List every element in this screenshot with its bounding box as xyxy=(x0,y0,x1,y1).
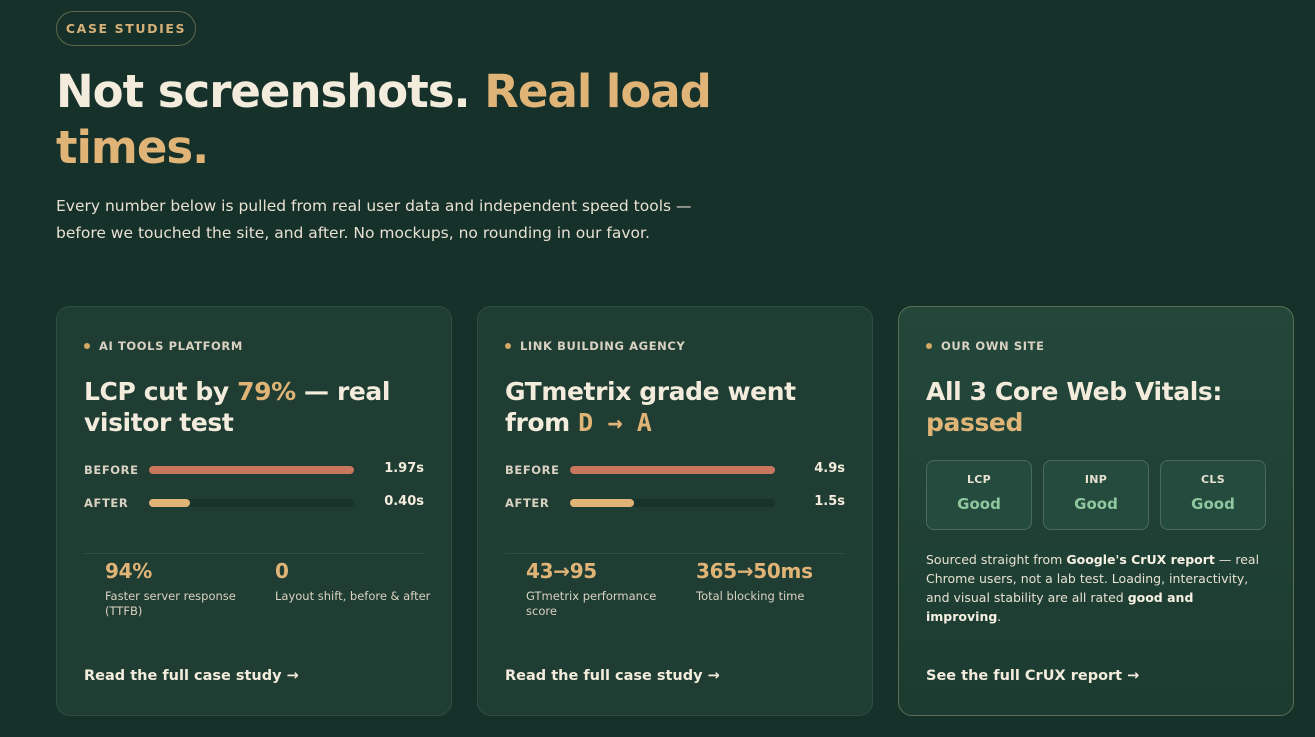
after-bar-fill xyxy=(149,499,190,507)
title-lead: Not screenshots. xyxy=(56,65,471,118)
bar-track xyxy=(149,466,354,474)
note-strong: Google's CrUX report xyxy=(1066,552,1215,567)
vital-name: CLS xyxy=(1201,473,1225,486)
stat-value: 43→95 xyxy=(526,559,597,583)
crux-report-link[interactable]: See the full CrUX report → xyxy=(926,668,1139,684)
read-case-study-link[interactable]: Read the full case study → xyxy=(84,668,299,684)
card-title-accent: passed xyxy=(926,408,1023,437)
before-bar-fill xyxy=(149,466,354,474)
card-tag-label: LINK BUILDING AGENCY xyxy=(520,339,686,353)
bar-track xyxy=(570,466,775,474)
after-bar-row: AFTER 1.5s xyxy=(505,494,845,514)
vital-inp: INP Good xyxy=(1043,460,1149,530)
bar-value: 1.5s xyxy=(814,494,845,509)
stat-value: 365→50ms xyxy=(696,559,813,583)
card-title: GTmetrix grade went from D → A xyxy=(505,376,855,438)
vital-status: Good xyxy=(957,495,1001,513)
note-text: . xyxy=(997,609,1002,624)
vital-cls: CLS Good xyxy=(1160,460,1266,530)
card-title: All 3 Core Web Vitals: passed xyxy=(926,376,1276,438)
stat-block: 94% Faster server response (TTFB) xyxy=(105,559,265,619)
vital-status: Good xyxy=(1191,495,1235,513)
bar-track xyxy=(570,499,775,507)
section-badge: CASE STUDIES xyxy=(56,11,196,46)
before-bar-row: BEFORE 4.9s xyxy=(505,461,845,481)
card-tag-label: OUR OWN SITE xyxy=(941,339,1045,353)
page-title: Not screenshots. Real load times. xyxy=(56,64,776,176)
card-title-lead: All 3 Core Web Vitals: xyxy=(926,377,1222,406)
vital-status: Good xyxy=(1074,495,1118,513)
stat-block: 365→50ms Total blocking time xyxy=(696,559,856,604)
intro-text: Every number below is pulled from real u… xyxy=(56,197,692,242)
card-title-lead: LCP cut by xyxy=(84,377,229,406)
stat-description: Total blocking time xyxy=(696,589,805,603)
before-bar-row: BEFORE 1.97s xyxy=(84,461,424,481)
bar-label: BEFORE xyxy=(505,463,560,477)
card-title: LCP cut by 79% — real visitor test xyxy=(84,376,434,438)
case-study-card-link-building: LINK BUILDING AGENCY GTmetrix grade went… xyxy=(477,306,873,716)
bar-value: 1.97s xyxy=(384,461,424,476)
read-case-study-link[interactable]: Read the full case study → xyxy=(505,668,720,684)
tag-dot-icon xyxy=(926,343,932,349)
after-bar-fill xyxy=(570,499,634,507)
card-tag-label: AI TOOLS PLATFORM xyxy=(99,339,243,353)
stat-description: Faster server response (TTFB) xyxy=(105,589,236,618)
bar-label: AFTER xyxy=(505,496,550,510)
tag-dot-icon xyxy=(84,343,90,349)
stat-description: Layout shift, before & after xyxy=(275,589,431,603)
vital-name: LCP xyxy=(966,473,992,486)
divider xyxy=(505,553,845,554)
stat-value: 0 xyxy=(275,559,289,583)
stat-block: 0 Layout shift, before & after xyxy=(275,559,435,604)
stat-value: 94% xyxy=(105,559,152,583)
crux-note: Sourced straight from Google's CrUX repo… xyxy=(926,550,1271,626)
card-title-grade: D → A xyxy=(578,408,652,437)
card-tag: AI TOOLS PLATFORM xyxy=(84,339,243,353)
stat-block: 43→95 GTmetrix performance score xyxy=(526,559,686,619)
bar-value: 4.9s xyxy=(814,461,845,476)
note-text: Sourced straight from xyxy=(926,552,1063,567)
after-bar-row: AFTER 0.40s xyxy=(84,494,424,514)
bar-track xyxy=(149,499,354,507)
card-tag: LINK BUILDING AGENCY xyxy=(505,339,685,353)
core-web-vitals: LCP Good INP Good CLS Good xyxy=(926,460,1266,530)
card-tag: OUR OWN SITE xyxy=(926,339,1045,353)
vital-lcp: LCP Good xyxy=(926,460,1032,530)
stat-description: GTmetrix performance score xyxy=(526,589,657,618)
bar-label: AFTER xyxy=(84,496,129,510)
before-bar-fill xyxy=(570,466,775,474)
divider xyxy=(84,553,424,554)
bar-value: 0.40s xyxy=(384,494,424,509)
card-title-accent: 79% xyxy=(237,377,296,406)
bar-label: BEFORE xyxy=(84,463,139,477)
vital-name: INP xyxy=(1084,473,1108,486)
case-study-card-own-site: OUR OWN SITE All 3 Core Web Vitals: pass… xyxy=(898,306,1294,716)
tag-dot-icon xyxy=(505,343,511,349)
case-study-card-ai-tools: AI TOOLS PLATFORM LCP cut by 79% — real … xyxy=(56,306,452,716)
